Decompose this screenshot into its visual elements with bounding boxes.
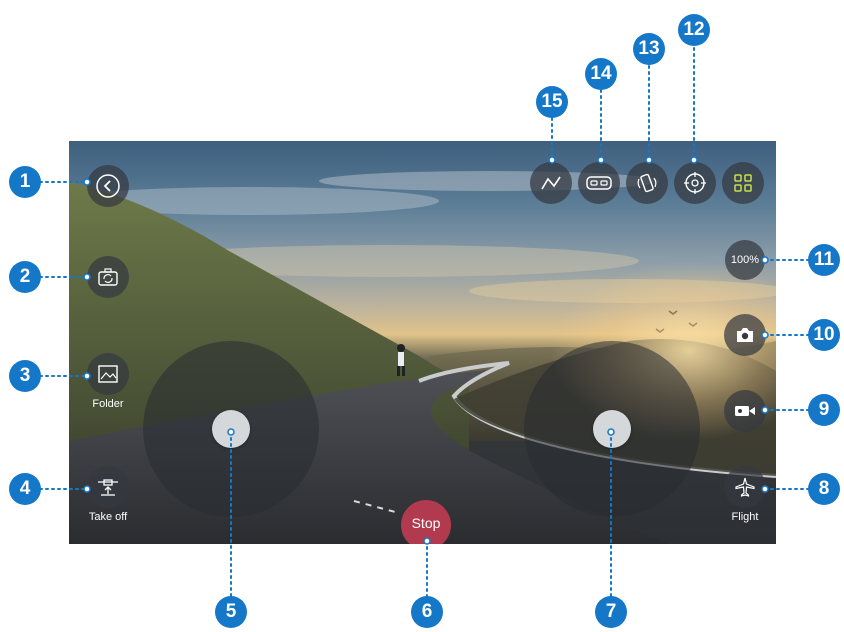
stop-button[interactable]: Stop bbox=[401, 500, 451, 544]
folder-button[interactable] bbox=[87, 353, 129, 395]
callout-15: 15 bbox=[536, 86, 568, 118]
callout-6: 6 bbox=[411, 596, 443, 628]
flight-path-button[interactable] bbox=[530, 162, 572, 204]
crosshair-icon bbox=[684, 172, 706, 194]
camera-switch-button[interactable] bbox=[87, 256, 129, 298]
zoom-level-button[interactable]: 100% bbox=[725, 240, 765, 280]
right-joystick-knob[interactable] bbox=[593, 410, 631, 448]
video-button[interactable] bbox=[724, 390, 766, 432]
flight-label: Flight bbox=[731, 511, 759, 523]
folder-label: Folder bbox=[92, 398, 124, 410]
right-joystick[interactable] bbox=[524, 341, 700, 517]
callout-2: 2 bbox=[9, 261, 41, 293]
takeoff-icon bbox=[98, 479, 118, 496]
callout-10: 10 bbox=[808, 319, 840, 351]
vr-headset-icon bbox=[586, 176, 612, 190]
grid-icon bbox=[734, 174, 752, 192]
left-joystick[interactable] bbox=[143, 341, 319, 517]
rotate-button[interactable] bbox=[626, 162, 668, 204]
photo-button[interactable] bbox=[724, 314, 766, 356]
callout-13: 13 bbox=[633, 33, 665, 65]
camera-icon bbox=[737, 328, 753, 342]
callout-5: 5 bbox=[215, 596, 247, 628]
callout-3: 3 bbox=[9, 360, 41, 392]
callout-1: 1 bbox=[9, 166, 41, 198]
airplane-icon bbox=[735, 477, 755, 497]
callout-4: 4 bbox=[9, 473, 41, 505]
menu-button[interactable] bbox=[722, 162, 764, 204]
callout-12: 12 bbox=[678, 14, 710, 46]
callout-9: 9 bbox=[808, 394, 840, 426]
back-button[interactable] bbox=[87, 165, 129, 207]
gallery-icon bbox=[98, 365, 118, 383]
phone-rotate-icon bbox=[637, 173, 657, 193]
callout-7: 7 bbox=[595, 596, 627, 628]
takeoff-button[interactable] bbox=[87, 466, 129, 508]
gyro-button[interactable] bbox=[674, 162, 716, 204]
camera-view: Folder Take off Stop 100% Flight bbox=[69, 141, 776, 544]
callout-8: 8 bbox=[808, 473, 840, 505]
chevron-left-icon bbox=[96, 174, 120, 198]
takeoff-label: Take off bbox=[88, 511, 128, 523]
vr-button[interactable] bbox=[578, 162, 620, 204]
flight-mode-button[interactable] bbox=[724, 466, 766, 508]
callout-11: 11 bbox=[808, 244, 840, 276]
camera-rotate-icon bbox=[98, 268, 118, 286]
flight-path-icon bbox=[541, 176, 561, 190]
left-joystick-knob[interactable] bbox=[212, 410, 250, 448]
video-camera-icon bbox=[735, 406, 755, 416]
callout-14: 14 bbox=[585, 58, 617, 90]
